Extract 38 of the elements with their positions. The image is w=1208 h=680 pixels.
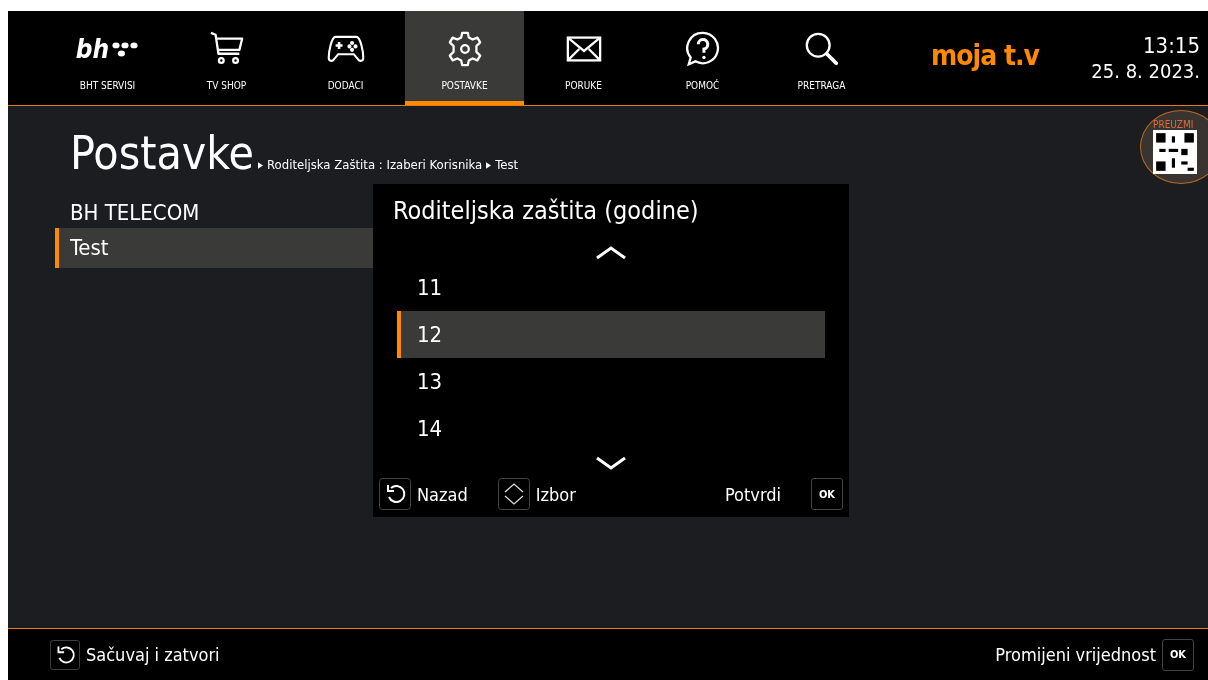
breadcrumb-item[interactable]: Test [495, 157, 519, 172]
save-close-hint: Sačuvaj i zatvori [86, 644, 220, 665]
nav-tab[interactable]: PRETRAGA [762, 11, 881, 105]
clock-time: 13:15 [1142, 33, 1200, 59]
dialog-title: Roditeljska zaštita (godine) [392, 196, 700, 227]
nav-tab[interactable]: TV SHOP [167, 11, 286, 105]
breadcrumb-item[interactable]: Roditeljska Zaštita : Izaberi Korisnika [267, 157, 483, 172]
user-item[interactable]: Test [55, 228, 373, 268]
account-heading: BH TELECOM [69, 200, 201, 227]
age-option[interactable]: 12 [397, 311, 825, 358]
back-icon [379, 478, 411, 510]
page-title: Postavke [70, 126, 255, 180]
hint-label: Izbor [535, 483, 576, 505]
qr-badge[interactable]: PREUZMI [1140, 110, 1208, 184]
clock-date: 25. 8. 2023. [1091, 59, 1200, 83]
moja-tv-logo: moja t.v [931, 39, 1039, 74]
change-value-hint: Promijeni vrijednost [995, 644, 1156, 665]
chevron-down-icon[interactable] [595, 456, 627, 470]
nav-tab[interactable]: bh BHT SERVISI [48, 11, 167, 105]
up-down-icon [497, 478, 530, 510]
age-option[interactable]: 13 [397, 358, 825, 405]
nav-tab[interactable]: POSTAVKE [405, 11, 524, 105]
ok-key: OK [1162, 638, 1194, 671]
nav-tab[interactable]: DODACI [286, 11, 405, 105]
back-icon [50, 639, 80, 670]
hint-label: Nazad [417, 483, 468, 505]
nav-tab[interactable]: POMOĆ [643, 11, 762, 105]
bh-logo: bh [75, 34, 140, 64]
ok-key: OK [811, 478, 843, 510]
qr-code-icon [1153, 130, 1197, 174]
age-option[interactable]: 14 [397, 405, 825, 452]
chevron-up-icon[interactable] [595, 246, 627, 260]
hint-label: Potvrdi [724, 483, 781, 505]
nav-tab[interactable]: PORUKE [524, 11, 643, 105]
breadcrumb-arrow-icon [258, 162, 264, 169]
help-icon [683, 30, 722, 68]
age-option[interactable]: 11 [397, 264, 825, 311]
breadcrumb-arrow-icon [486, 162, 492, 169]
